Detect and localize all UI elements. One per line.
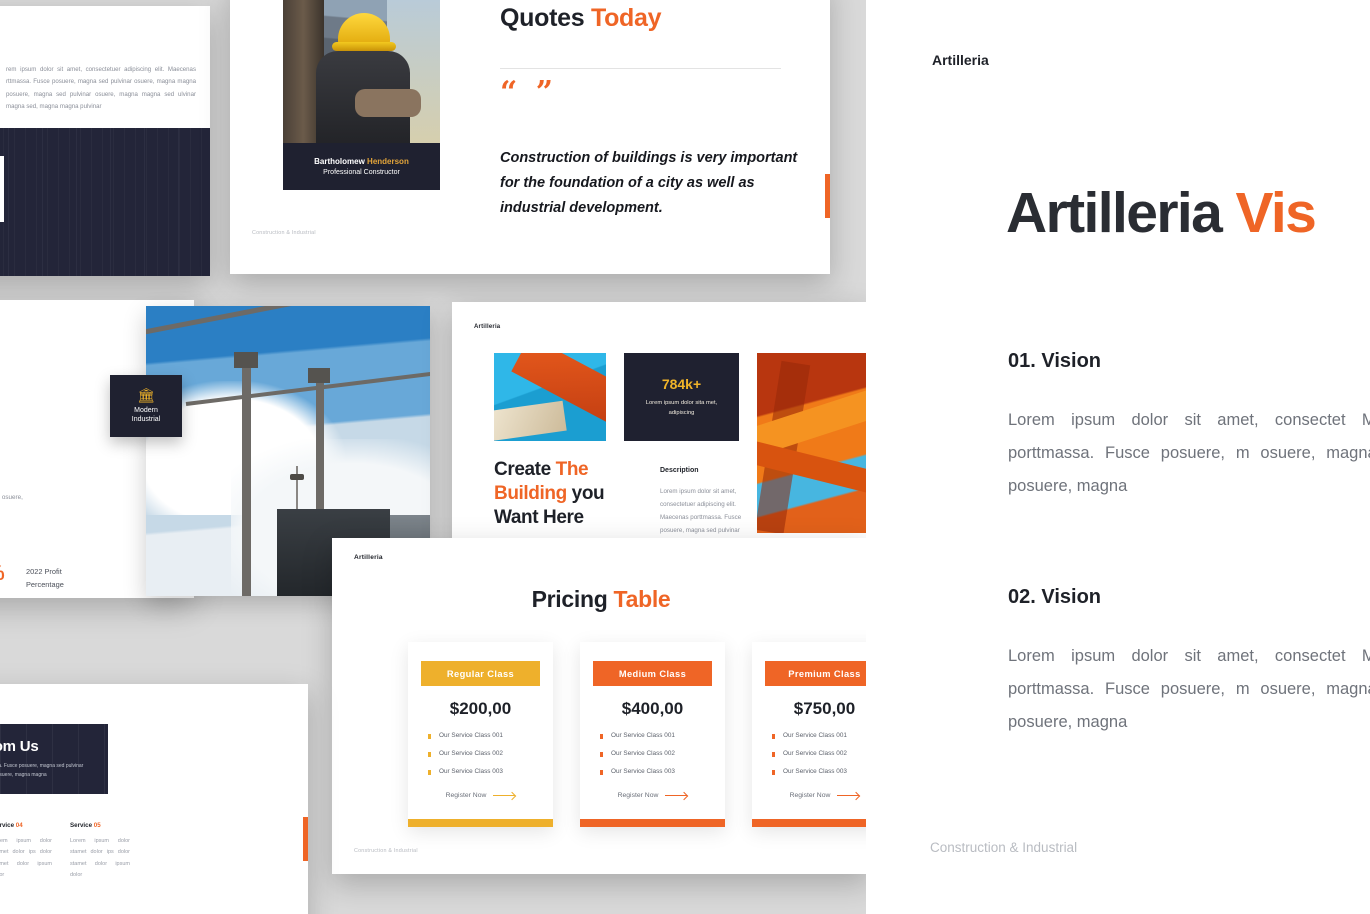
feature-item: Our Service Class 001	[772, 732, 866, 739]
quote-body: Construction of buildings is very import…	[500, 150, 798, 216]
accent-tab	[825, 174, 830, 218]
constructor-name-plate: Bartholomew Henderson Professional Const…	[283, 143, 440, 190]
constructor-role: Professional Constructor	[323, 169, 400, 176]
pricing-title: Pricing Table	[531, 586, 671, 612]
card-accent-bar	[580, 819, 725, 827]
plan-features: Our Service Class 001 Our Service Class …	[772, 732, 866, 786]
feature-item: Our Service Class 002	[428, 750, 533, 757]
profit-percentage-value: %	[0, 562, 5, 586]
constructor-first-name: Bartholomew	[314, 157, 368, 166]
plan-price: $400,00	[621, 699, 684, 718]
testimonial-paragraph: rem ipsum dolor sit amet, consectetuer a…	[6, 66, 196, 111]
service-item[interactable]: Service 05 Lorem ipsum dolor stamet dolo…	[70, 822, 130, 881]
slide-montage: rem ipsum dolor sit amet, consectetuer a…	[0, 0, 866, 914]
divider	[500, 68, 781, 69]
pricing-card[interactable]: Medium Class $400,00 Our Service Class 0…	[580, 642, 725, 827]
pricing-cards: Regular Class $200,00 Our Service Class …	[408, 642, 866, 827]
badge-line2: Industrial	[131, 416, 161, 423]
slide-best-service[interactable]: Best Service From Us psum dolor sit amet…	[0, 684, 308, 914]
feature-item: Our Service Class 003	[428, 768, 533, 775]
plan-features: Our Service Class 001 Our Service Class …	[600, 732, 705, 786]
plan-name: Premium Class	[765, 661, 866, 686]
stat-value: 784k+	[661, 375, 702, 392]
stat-caption: Lorem ipsum dolor sita met, adipiscing	[645, 399, 718, 416]
description-title: Description	[660, 467, 699, 474]
plan-price: $200,00	[449, 699, 512, 718]
pricing-card[interactable]: Premium Class $750,00 Our Service Class …	[752, 642, 866, 827]
feature-item: Our Service Class 001	[600, 732, 705, 739]
vision-section-1-heading: 01. Vision	[1008, 350, 1102, 372]
constructor-photo	[283, 0, 440, 143]
quotes-title-accent: Today	[590, 4, 662, 32]
profit-percentage-label: 2022 Profit Percentage	[26, 567, 64, 589]
modern-industrial-badge: 🏛 Modern Industrial	[110, 375, 182, 437]
feature-item: Our Service Class 002	[772, 750, 866, 757]
vision-footer: Construction & Industrial	[930, 840, 1078, 855]
stats-paragraph: uer adipiscing elit. sed pulvinar osuere…	[0, 494, 23, 501]
card-accent-bar	[408, 819, 553, 827]
plan-name: Regular Class	[421, 661, 540, 686]
plan-price: $750,00	[793, 699, 856, 718]
slide-testimonial[interactable]: rem ipsum dolor sit amet, consectetuer a…	[0, 6, 210, 276]
vision-brand: Artilleria	[932, 52, 989, 68]
pricing-brand: Artilleria	[354, 554, 383, 561]
arrow-right-icon	[837, 795, 860, 796]
slide-pricing[interactable]: Artilleria Pricing Table Regular Class $…	[332, 538, 866, 874]
quote-marks-icon: “ ”	[500, 75, 557, 110]
building-headline: Create The Building you Want Here	[494, 459, 605, 528]
register-now-button[interactable]: Register Now	[790, 792, 860, 799]
slide-quotes[interactable]: Bartholomew Henderson Professional Const…	[230, 0, 830, 274]
card-accent-bar	[752, 819, 866, 827]
arrow-right-icon	[493, 795, 516, 796]
building-brand: Artilleria	[474, 324, 501, 330]
arrow-right-icon	[665, 795, 688, 796]
badge-line1: Modern	[134, 406, 158, 414]
slide-vision-detail[interactable]: Artilleria Artilleria Vis 01. Vision Lor…	[866, 0, 1370, 914]
crane-sky-photo	[494, 353, 606, 441]
quotes-footer: Construction & Industrial	[252, 230, 316, 236]
feature-item: Our Service Class 003	[772, 768, 866, 775]
service-hero-band: Best Service From Us psum dolor sit amet…	[0, 724, 108, 794]
feature-item: Our Service Class 001	[428, 732, 533, 739]
pricing-footer: Construction & Industrial	[354, 848, 418, 854]
testimonial-dark-band	[0, 128, 210, 276]
register-now-button[interactable]: Register Now	[618, 792, 688, 799]
accent-tab	[303, 817, 308, 861]
steel-structure-photo	[757, 353, 866, 533]
service-subtext: psum dolor sit amet, consectetuer adipis…	[0, 762, 84, 778]
quotes-title: Quotes Today	[500, 4, 662, 33]
constructor-last-name: Henderson	[367, 157, 409, 166]
register-now-button[interactable]: Register Now	[446, 792, 516, 799]
vision-title: Artilleria Vis	[1006, 181, 1317, 245]
vision-section-2-body: Lorem ipsum dolor sit amet, consectet Ma…	[1008, 647, 1370, 731]
plan-name: Medium Class	[593, 661, 712, 686]
service-items: Service 02 Lorem ipsum dolor stamet dolo…	[0, 822, 130, 881]
plan-features: Our Service Class 001 Our Service Class …	[428, 732, 533, 786]
service-heading: Best Service From Us	[0, 737, 39, 755]
stat-card: 784k+ Lorem ipsum dolor sita met, adipis…	[624, 353, 739, 441]
slide-create-building[interactable]: Artilleria 784k+ Lorem ipsum dolor sita …	[452, 302, 866, 560]
vision-section-1-body: Lorem ipsum dolor sit amet, consectet Ma…	[1008, 411, 1370, 495]
feature-item: Our Service Class 002	[600, 750, 705, 757]
presentation-preview: rem ipsum dolor sit amet, consectetuer a…	[0, 0, 1370, 914]
vision-section-2-heading: 02. Vision	[1008, 586, 1102, 608]
service-item[interactable]: Service 04 Lorem ipsum dolor stamet dolo…	[0, 822, 52, 881]
testimonial-card[interactable]: Connor Hamilton ★ ★ ★ ★ ★ Lorem ipsum do…	[0, 156, 4, 222]
quotes-title-dark: Quotes	[500, 4, 591, 32]
pricing-card[interactable]: Regular Class $200,00 Our Service Class …	[408, 642, 553, 827]
bank-icon: 🏛	[137, 386, 155, 403]
feature-item: Our Service Class 003	[600, 768, 705, 775]
